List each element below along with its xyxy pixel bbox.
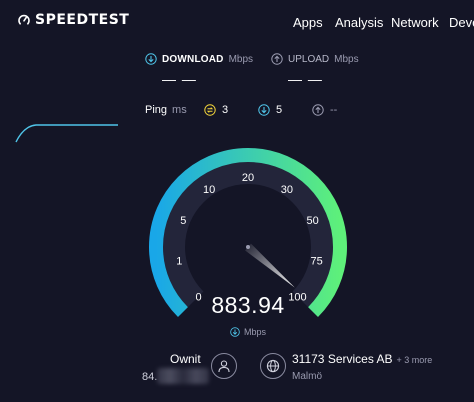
upload-unit: Mbps: [334, 53, 359, 65]
upload-latency-icon: [312, 104, 324, 116]
download-header: DOWNLOAD Mbps: [145, 53, 253, 65]
ping-label: Ping: [145, 104, 168, 116]
nav-developers[interactable]: Deve: [449, 15, 474, 30]
server-more-link[interactable]: + 3 more: [397, 355, 433, 365]
gauge-tick-label: 1: [176, 256, 182, 268]
gauge-tick-label: 10: [203, 184, 215, 196]
download-sparkline: [15, 124, 118, 143]
upload-value: — —: [288, 71, 323, 87]
ping-unit: ms: [172, 104, 187, 116]
upload-label: UPLOAD: [288, 53, 330, 65]
download-latency-icon: [258, 104, 270, 116]
gauge-tick-label: 30: [281, 184, 293, 196]
gauge-tick-label: 5: [180, 215, 186, 227]
provider-name: Ownit: [170, 352, 201, 366]
nav-apps[interactable]: Apps: [293, 15, 323, 30]
logo-text: SPEEDTEST: [35, 12, 130, 28]
gauge-track-inner: [163, 162, 333, 308]
provider-ip: 84.: [142, 371, 158, 383]
current-speed-unit: Mbps: [244, 327, 267, 337]
idle-latency-icon: [204, 104, 216, 116]
current-speed-unit-row: Mbps: [230, 327, 266, 337]
ping-download-value: 5: [276, 104, 283, 116]
download-value: — —: [162, 71, 197, 87]
server-info[interactable]: 31173 Services AB + 3 more: [292, 352, 432, 366]
gauge-needle: [245, 243, 295, 288]
gauge-needle-hub: [246, 245, 250, 249]
nav-network[interactable]: Network: [391, 15, 439, 30]
provider-ip-redaction: [157, 368, 209, 384]
gauge-logo-icon: [18, 14, 30, 25]
server-city: Malmö: [292, 371, 323, 382]
nav-analysis[interactable]: Analysis: [335, 15, 383, 30]
speedtest-logo[interactable]: SPEEDTEST: [18, 12, 129, 28]
ping-upload: --: [312, 104, 337, 116]
gauge-tick-label: 75: [311, 256, 323, 268]
current-speed-value: 883.94: [211, 292, 285, 318]
download-arrow-icon: [145, 53, 157, 65]
download-unit: Mbps: [228, 53, 254, 65]
ping-idle-value: 3: [222, 104, 229, 116]
server-globe-icon[interactable]: [260, 353, 286, 379]
server-name[interactable]: 31173 Services AB: [292, 352, 393, 366]
top-bar: SPEEDTEST Apps Analysis Network Deve: [0, 0, 474, 44]
ping-upload-value: --: [330, 104, 338, 116]
gauge-tick-label: 20: [242, 172, 254, 184]
ping-download: 5: [258, 104, 282, 116]
upload-header: UPLOAD Mbps: [271, 53, 359, 65]
download-speed-icon: [230, 327, 240, 337]
upload-arrow-icon: [271, 53, 283, 65]
ping-label-group: Ping ms: [145, 104, 187, 116]
gauge-tick-label: 50: [307, 215, 319, 227]
ping-idle: 3: [204, 104, 228, 116]
download-label: DOWNLOAD: [162, 53, 224, 65]
provider-user-icon: [211, 353, 237, 379]
